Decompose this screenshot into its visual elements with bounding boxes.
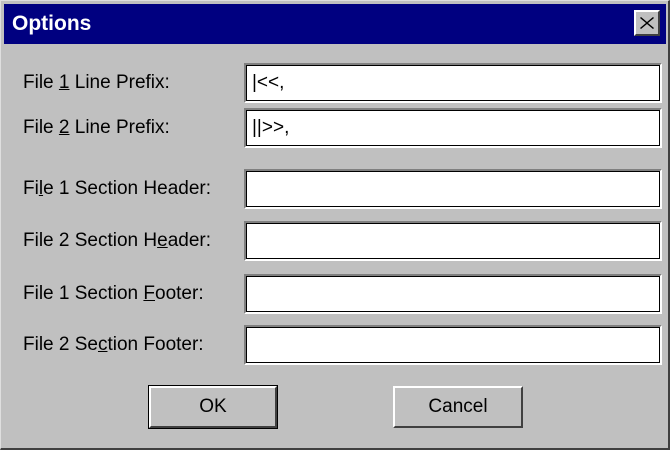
window-title: Options [12, 12, 92, 35]
file1-section-footer-input[interactable] [244, 274, 662, 314]
file1-section-footer-row: File 1 Section Footer: [1, 272, 670, 316]
file2-section-header-input[interactable] [244, 221, 662, 261]
file1-section-header-row: File 1 Section Header: [1, 167, 670, 211]
title-bar[interactable]: Options [4, 4, 666, 44]
file1-section-header-label: File 1 Section Header: [23, 178, 212, 199]
file2-section-footer-row: File 2 Section Footer: [1, 323, 670, 367]
file2-line-prefix-label: File 2 Line Prefix: [23, 117, 170, 138]
file2-line-prefix-row: File 2 Line Prefix: [1, 106, 670, 150]
file2-section-footer-label: File 2 Section Footer: [23, 334, 204, 355]
file1-line-prefix-label: File 1 Line Prefix: [23, 72, 170, 93]
file1-line-prefix-row: File 1 Line Prefix: [1, 61, 670, 105]
file2-line-prefix-input[interactable] [244, 108, 662, 148]
file2-section-header-label: File 2 Section Header: [23, 230, 212, 251]
ok-button[interactable]: OK [148, 385, 278, 429]
file1-line-prefix-input[interactable] [244, 63, 662, 103]
file1-section-footer-label: File 1 Section Footer: [23, 283, 204, 304]
cancel-button[interactable]: Cancel [393, 386, 523, 428]
close-button[interactable] [634, 10, 660, 36]
file1-section-header-input[interactable] [244, 169, 662, 209]
file2-section-footer-input[interactable] [244, 325, 662, 365]
file2-section-header-row: File 2 Section Header: [1, 219, 670, 263]
options-dialog: Options File 1 Line Prefix: File 2 Line … [0, 0, 670, 450]
close-x-icon [640, 17, 654, 29]
